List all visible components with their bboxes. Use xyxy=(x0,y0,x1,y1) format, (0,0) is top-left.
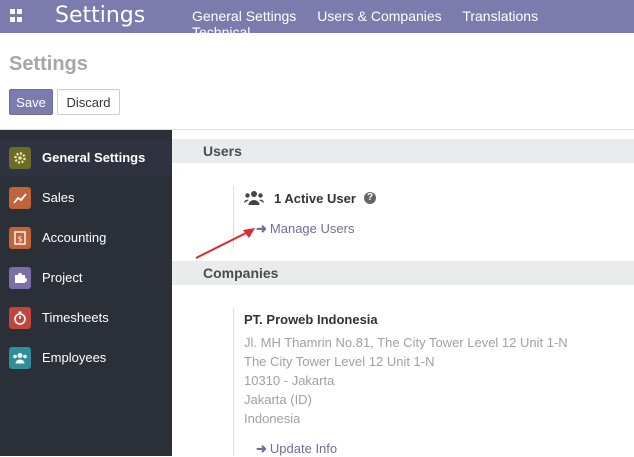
sidebar-item-label: Accounting xyxy=(42,230,107,245)
sidebar-item-sales[interactable]: Sales xyxy=(0,180,172,216)
manage-users-link[interactable]: ➜ Manage Users xyxy=(256,221,354,237)
page-title: Settings xyxy=(9,53,88,75)
sidebar-item-label: Sales xyxy=(42,190,75,205)
active-user-count: 1 Active User xyxy=(274,191,356,206)
control-panel: Settings Save Discard xyxy=(0,33,634,130)
svg-text:$: $ xyxy=(17,235,22,244)
puzzle-icon xyxy=(9,267,31,289)
sidebar-item-project[interactable]: Project xyxy=(0,260,172,296)
sidebar-item-timesheets[interactable]: Timesheets xyxy=(0,300,172,336)
address-line: Indonesia xyxy=(244,411,301,426)
app-title: Settings xyxy=(55,3,146,28)
sidebar-item-accounting[interactable]: $ Accounting xyxy=(0,220,172,256)
company-name: PT. Proweb Indonesia xyxy=(244,312,378,327)
menu-translations[interactable]: Translations xyxy=(462,8,538,24)
sidebar-item-label: Timesheets xyxy=(42,310,109,325)
invoice-icon: $ xyxy=(9,227,31,249)
discard-button[interactable]: Discard xyxy=(57,89,120,115)
settings-sidebar: General Settings Sales $ Accounting Proj… xyxy=(0,130,172,456)
users-section-header: Users xyxy=(172,139,634,163)
sidebar-item-label: General Settings xyxy=(42,150,146,165)
address-line: The City Tower Level 12 Unit 1-N xyxy=(244,354,435,369)
apps-menu-icon[interactable] xyxy=(10,9,23,22)
address-line: Jl. MH Thamrin No.81, The City Tower Lev… xyxy=(244,335,568,350)
divider xyxy=(233,308,234,456)
section-title: Users xyxy=(203,143,242,159)
sidebar-item-label: Project xyxy=(42,270,83,285)
chart-icon xyxy=(9,187,31,209)
gear-icon xyxy=(9,147,31,169)
section-title: Companies xyxy=(203,265,279,281)
link-label: Manage Users xyxy=(269,221,355,236)
save-button[interactable]: Save xyxy=(9,89,53,115)
address-line: 10310 - Jakarta xyxy=(244,373,335,388)
sidebar-item-label: Employees xyxy=(42,350,107,365)
people-icon xyxy=(9,347,31,369)
stopwatch-icon xyxy=(9,307,31,329)
arrow-right-icon: ➜ xyxy=(256,441,267,456)
users-icon xyxy=(244,190,264,211)
question-circle-icon[interactable]: ? xyxy=(364,192,376,204)
companies-section-header: Companies xyxy=(172,261,634,285)
link-label: Update Info xyxy=(269,441,338,456)
top-navbar: Settings General Settings Users & Compan… xyxy=(0,0,634,40)
menu-general-settings[interactable]: General Settings xyxy=(192,8,296,24)
sidebar-item-general-settings[interactable]: General Settings xyxy=(0,140,172,176)
menu-users-companies[interactable]: Users & Companies xyxy=(317,8,442,24)
address-line: Jakarta (ID) xyxy=(244,392,312,407)
annotation-arrow-icon xyxy=(195,228,255,259)
update-info-link[interactable]: ➜ Update Info xyxy=(256,441,337,457)
sidebar-item-employees[interactable]: Employees xyxy=(0,340,172,376)
